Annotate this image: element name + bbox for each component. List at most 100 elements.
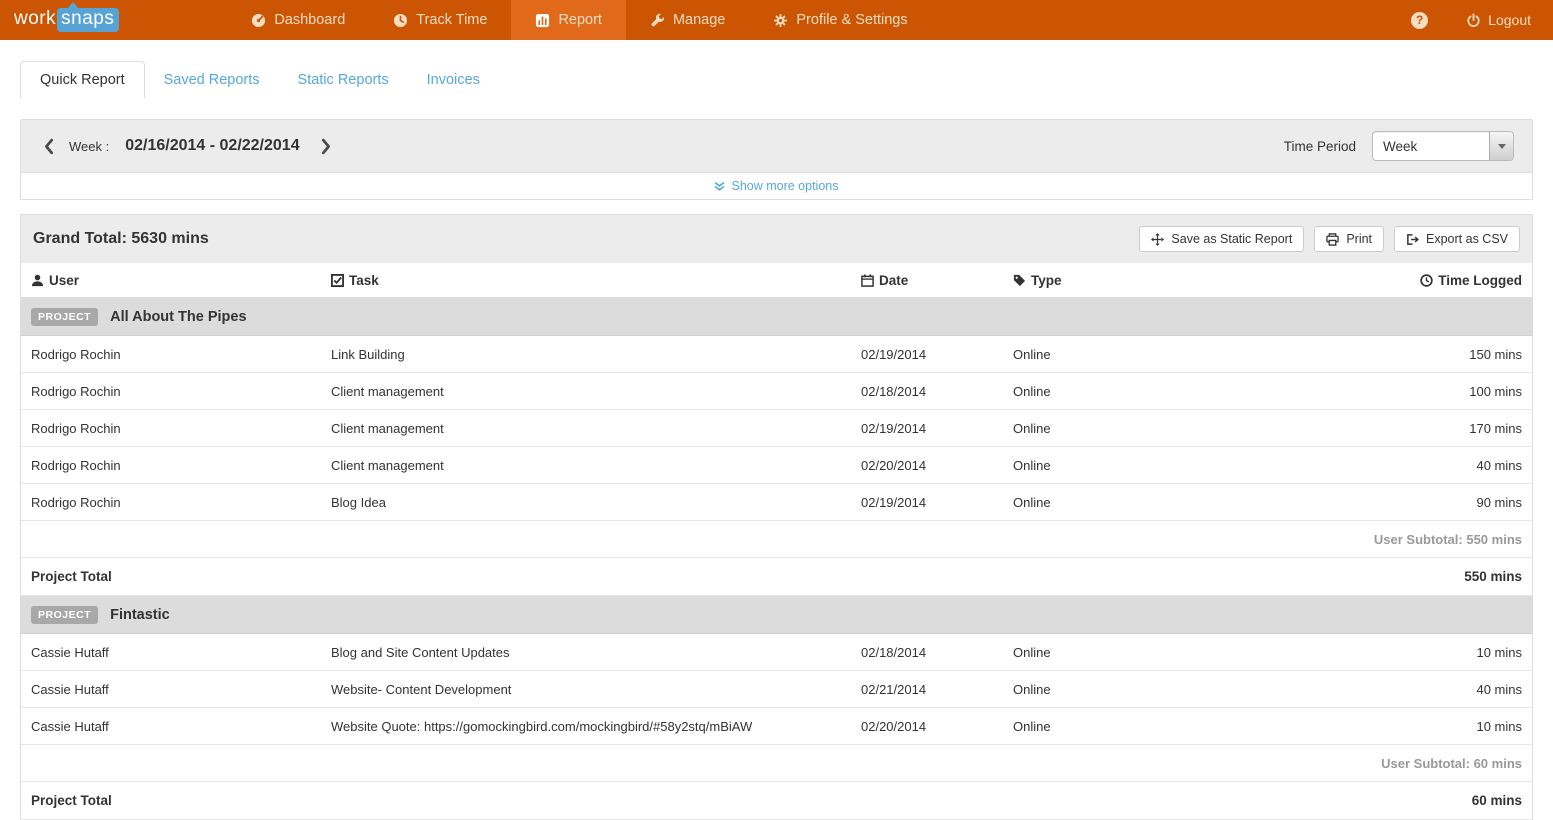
show-more-options-link[interactable]: Show more options	[714, 179, 838, 193]
previous-week-button[interactable]	[37, 133, 59, 159]
user-icon	[31, 274, 44, 287]
nav-item-dashboard[interactable]: Dashboard	[227, 0, 369, 40]
power-icon	[1466, 13, 1481, 28]
dashboard-icon	[251, 13, 266, 28]
cell-type: Online	[1013, 645, 1313, 660]
user-subtotal-row: User Subtotal: 550 mins	[21, 521, 1532, 558]
table-row: Cassie Hutaff Website- Content Developme…	[21, 671, 1532, 708]
table-row: Rodrigo Rochin Blog Idea 02/19/2014 Onli…	[21, 484, 1532, 521]
project-total-value: 60 mins	[1313, 793, 1522, 808]
project-total-value: 550 mins	[1313, 569, 1522, 584]
project-header-fintastic: PROJECT Fintastic	[21, 596, 1532, 634]
week-range: 02/16/2014 - 02/22/2014	[125, 137, 299, 155]
nav-item-report[interactable]: Report	[511, 0, 626, 40]
cell-date: 02/19/2014	[861, 347, 1013, 362]
print-button[interactable]: Print	[1314, 226, 1384, 252]
cell-user: Rodrigo Rochin	[31, 347, 331, 362]
clock-outline-icon	[1420, 274, 1433, 287]
show-more-row: Show more options	[21, 172, 1532, 199]
tab-invoices[interactable]: Invoices	[408, 62, 499, 98]
tab-static-reports[interactable]: Static Reports	[279, 62, 408, 98]
chevron-down-icon	[1498, 144, 1506, 149]
column-header-user: User	[31, 273, 331, 288]
cell-time: 150 mins	[1313, 347, 1522, 362]
project-total-row: Project Total 60 mins	[21, 782, 1532, 820]
wrench-icon	[650, 13, 665, 28]
nav-item-label: Dashboard	[274, 12, 345, 28]
time-period-value: Week	[1373, 139, 1489, 154]
cell-user: Rodrigo Rochin	[31, 421, 331, 436]
column-label: Type	[1031, 273, 1062, 288]
tab-quick-report[interactable]: Quick Report	[20, 61, 145, 98]
time-period-label: Time Period	[1284, 139, 1356, 154]
cell-user: Rodrigo Rochin	[31, 495, 331, 510]
chevron-right-icon	[321, 138, 332, 155]
column-label: Date	[879, 273, 908, 288]
cell-time: 170 mins	[1313, 421, 1522, 436]
print-label: Print	[1346, 232, 1372, 246]
grand-total-bar: Grand Total: 5630 mins Save as Static Re…	[21, 215, 1532, 263]
report-icon	[535, 13, 550, 28]
cell-time: 40 mins	[1313, 458, 1522, 473]
cell-time: 40 mins	[1313, 682, 1522, 697]
project-name: Fintastic	[110, 607, 170, 623]
printer-icon	[1326, 233, 1339, 246]
cell-type: Online	[1013, 421, 1313, 436]
project-total-label: Project Total	[31, 569, 331, 584]
project-badge: PROJECT	[31, 308, 98, 326]
cell-user: Cassie Hutaff	[31, 682, 331, 697]
nav-item-manage[interactable]: Manage	[626, 0, 749, 40]
cell-task: Client management	[331, 421, 861, 436]
export-as-csv-label: Export as CSV	[1426, 232, 1508, 246]
column-header-type: Type	[1013, 273, 1313, 288]
export-as-csv-button[interactable]: Export as CSV	[1394, 226, 1520, 252]
clock-icon	[393, 13, 408, 28]
column-label: User	[49, 273, 79, 288]
cell-type: Online	[1013, 347, 1313, 362]
gear-icon	[773, 13, 788, 28]
logo-snaps-text: snaps	[57, 8, 119, 32]
column-label: Task	[349, 273, 379, 288]
table-row: Rodrigo Rochin Client management 02/18/2…	[21, 373, 1532, 410]
logout-button[interactable]: Logout	[1466, 12, 1531, 28]
cell-time: 100 mins	[1313, 384, 1522, 399]
cell-type: Online	[1013, 384, 1313, 399]
report-tabs: Quick Report Saved Reports Static Report…	[0, 58, 1553, 98]
calendar-icon	[861, 274, 874, 287]
column-label: Time Logged	[1438, 273, 1522, 288]
nav-right: ? Logout	[1411, 12, 1531, 29]
help-icon[interactable]: ?	[1411, 12, 1428, 29]
worksnaps-logo[interactable]: work snaps	[14, 8, 119, 32]
report-panel: Grand Total: 5630 mins Save as Static Re…	[20, 214, 1533, 820]
select-caret-button[interactable]	[1489, 132, 1513, 160]
grand-total: Grand Total: 5630 mins	[33, 230, 209, 248]
next-week-button[interactable]	[316, 133, 338, 159]
cell-type: Online	[1013, 495, 1313, 510]
column-header-task: Task	[331, 273, 861, 288]
cell-user: Cassie Hutaff	[31, 645, 331, 660]
time-period-select[interactable]: Week	[1372, 131, 1514, 161]
cell-date: 02/18/2014	[861, 645, 1013, 660]
project-total-label: Project Total	[31, 793, 331, 808]
week-bar: Week : 02/16/2014 - 02/22/2014 Time Peri…	[21, 120, 1532, 172]
table-row: Rodrigo Rochin Link Building 02/19/2014 …	[21, 336, 1532, 373]
nav-item-profile-settings[interactable]: Profile & Settings	[749, 0, 931, 40]
show-more-options-label: Show more options	[731, 179, 838, 193]
nav-item-label: Profile & Settings	[796, 12, 907, 28]
tag-icon	[1013, 274, 1026, 287]
cell-user: Cassie Hutaff	[31, 719, 331, 734]
user-subtotal: User Subtotal: 550 mins	[1374, 532, 1522, 547]
nav-items: Dashboard Track Time Report Manage Profi…	[227, 0, 931, 40]
cell-task: Client management	[331, 384, 861, 399]
cell-date: 02/20/2014	[861, 719, 1013, 734]
cell-time: 10 mins	[1313, 645, 1522, 660]
tab-saved-reports[interactable]: Saved Reports	[145, 62, 279, 98]
cell-type: Online	[1013, 458, 1313, 473]
logo-work-text: work	[14, 8, 56, 30]
column-header-date: Date	[861, 273, 1013, 288]
nav-item-track-time[interactable]: Track Time	[369, 0, 511, 40]
user-subtotal-row: User Subtotal: 60 mins	[21, 745, 1532, 782]
save-as-static-report-button[interactable]: Save as Static Report	[1139, 226, 1304, 252]
nav-item-label: Report	[558, 12, 602, 28]
cell-user: Rodrigo Rochin	[31, 384, 331, 399]
